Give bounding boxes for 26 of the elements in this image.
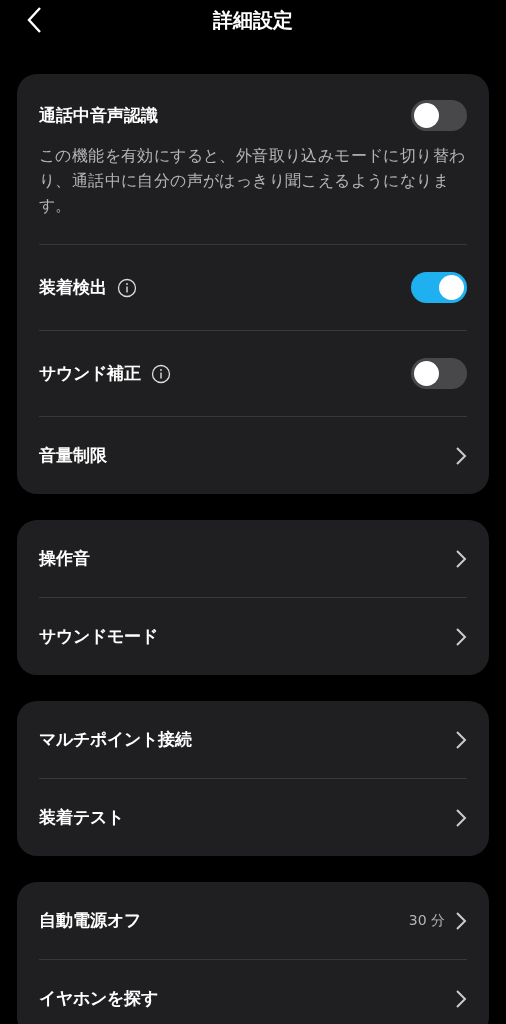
toggle-switch[interactable] [411, 358, 467, 389]
chevron-icon [455, 988, 467, 1009]
chevron-icon [455, 445, 467, 466]
setting-label: 装着検出 [39, 276, 107, 299]
setting-label[interactable]: 音量制限 [39, 444, 107, 467]
page-title: 詳細設定 [213, 6, 293, 34]
toggle-switch[interactable] [411, 272, 467, 303]
setting-label[interactable]: サウンドモード [39, 625, 158, 648]
setting-label: サウンド補正 [39, 362, 141, 385]
chevron-icon [455, 910, 467, 931]
setting-label[interactable]: 操作音 [39, 547, 90, 570]
chevron-icon [455, 548, 467, 569]
setting-value: 30 分 [408, 911, 445, 930]
info-icon[interactable] [117, 277, 137, 298]
setting-label: 通話中音声認識 [39, 104, 158, 127]
back-icon[interactable] [26, 6, 42, 34]
chevron-icon [455, 626, 467, 647]
setting-label[interactable]: 自動電源オフ [39, 909, 141, 932]
setting-description: この機能を有効にすると、外音取り込みモードに切り替わり、通話中に自分の声がはっきり聞こえるようになります。 [39, 145, 467, 217]
toggle-switch[interactable] [411, 100, 467, 131]
info-icon[interactable] [151, 363, 171, 384]
setting-label[interactable]: イヤホンを探す [39, 987, 158, 1010]
setting-label[interactable]: マルチポイント接続 [39, 728, 192, 751]
chevron-icon [455, 807, 467, 828]
setting-label[interactable]: 装着テスト [39, 806, 124, 829]
chevron-icon [455, 729, 467, 750]
